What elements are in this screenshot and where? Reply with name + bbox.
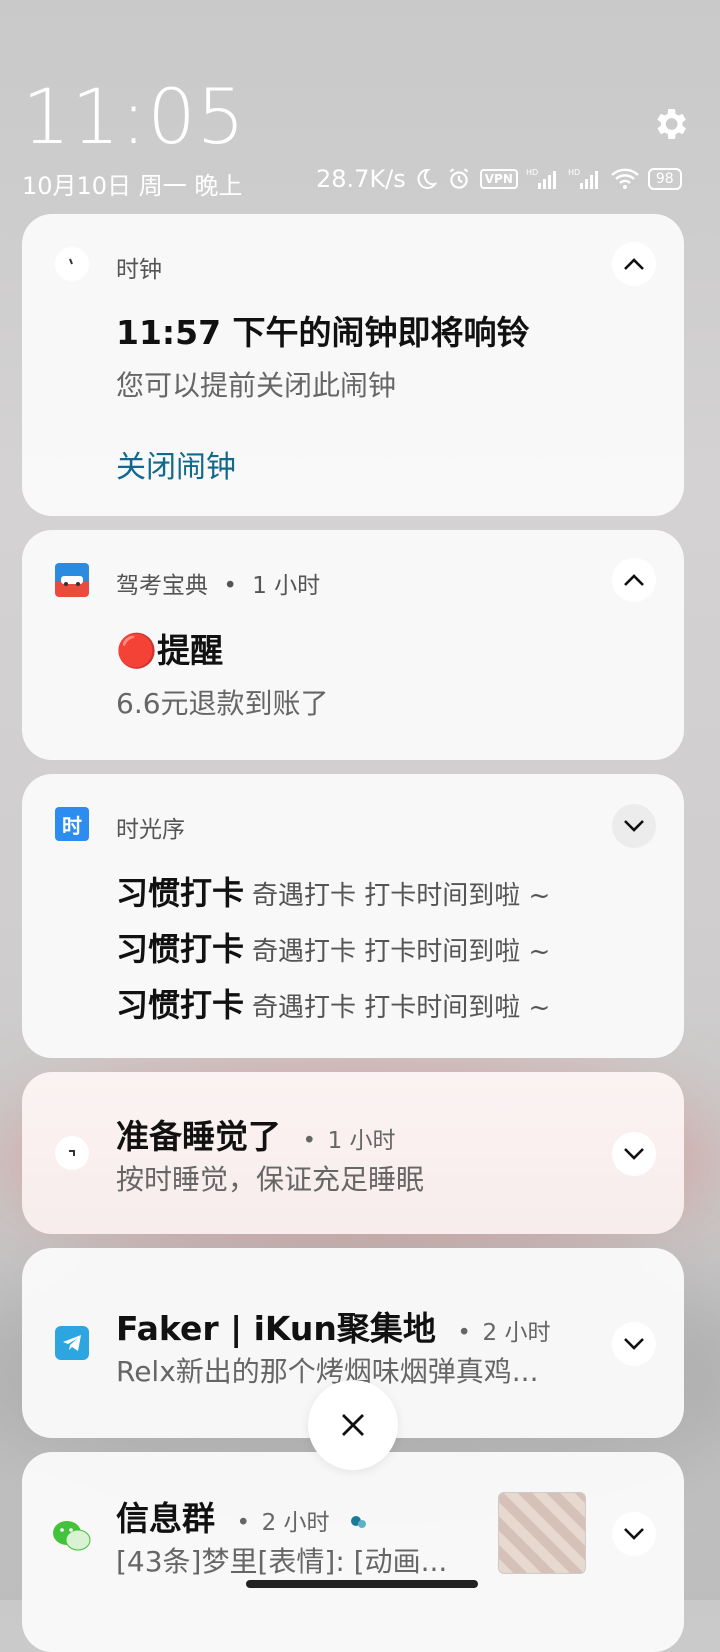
wechat-icon xyxy=(52,1516,92,1556)
telegram-icon xyxy=(55,1326,89,1360)
svg-text:HD: HD xyxy=(568,168,580,177)
muted-chat-icon xyxy=(351,1516,367,1528)
battery-icon: 98 xyxy=(647,168,682,190)
notification-wechat[interactable]: 信息群 • 2 小时 [43条]梦里[表情]: [动画... xyxy=(22,1452,684,1652)
chevron-up-icon xyxy=(624,574,644,586)
notification-body: 6.6元退款到账了 xyxy=(116,687,329,720)
collapse-button[interactable] xyxy=(612,242,656,286)
notification-body: Relx新出的那个烤烟味烟弹真鸡... xyxy=(116,1355,539,1388)
app-name: 时钟 xyxy=(116,257,162,283)
notification-clock[interactable]: 时钟 11:57 下午的闹钟即将响铃 您可以提前关闭此闹钟 关闭闹钟 xyxy=(22,214,684,516)
expand-button[interactable] xyxy=(612,1132,656,1176)
moon-icon xyxy=(417,168,438,189)
list-item: 习惯打卡 奇遇打卡 打卡时间到啦 ~ xyxy=(116,930,551,968)
app-name: 时光序 xyxy=(116,817,185,843)
red-circle-icon: 🔴 xyxy=(116,631,158,670)
gear-icon[interactable] xyxy=(650,104,690,144)
status-bar: 28.7K/s VPN HD HD 98 xyxy=(316,164,682,194)
network-speed: 28.7K/s xyxy=(316,165,406,193)
signal-hd-icon: HD xyxy=(526,168,556,189)
list-item: 习惯打卡 奇遇打卡 打卡时间到啦 ~ xyxy=(116,874,551,912)
chevron-down-icon xyxy=(624,820,644,832)
date-label: 10月10日 周一 晚上 xyxy=(22,172,243,200)
clock-time: 11:05 xyxy=(22,72,247,161)
notification-body: 您可以提前关闭此闹钟 xyxy=(116,369,397,402)
clear-all-button[interactable] xyxy=(308,1380,398,1470)
expand-button[interactable] xyxy=(612,1322,656,1366)
expand-button[interactable] xyxy=(612,804,656,848)
home-indicator[interactable] xyxy=(246,1580,478,1588)
wifi-icon xyxy=(611,168,639,189)
close-icon xyxy=(342,1414,364,1436)
shiguangxu-app-icon: 时 xyxy=(55,807,89,841)
notification-body: 按时睡觉，保证充足睡眠 xyxy=(116,1163,425,1196)
chevron-down-icon xyxy=(624,1338,644,1350)
expand-button[interactable] xyxy=(612,1512,656,1556)
notification-title: Faker | iKun聚集地 xyxy=(116,1309,436,1348)
chevron-up-icon xyxy=(624,258,644,270)
chevron-down-icon xyxy=(624,1148,644,1160)
vpn-icon: VPN xyxy=(479,169,518,189)
clock-app-icon xyxy=(55,247,89,281)
notification-sleep[interactable]: 准备睡觉了 • 1 小时 按时睡觉，保证充足睡眠 xyxy=(22,1072,684,1234)
notification-jiakao[interactable]: 驾考宝典 • 1 小时 🔴提醒 6.6元退款到账了 xyxy=(22,530,684,760)
dismiss-alarm-button[interactable]: 关闭闹钟 xyxy=(116,442,236,486)
notification-title: 11:57 下午的闹钟即将响铃 xyxy=(116,313,530,352)
time-ago: 1 小时 xyxy=(327,1128,396,1154)
notification-shiguangxu[interactable]: 时 时光序 习惯打卡 奇遇打卡 打卡时间到啦 ~ 习惯打卡 奇遇打卡 打卡时间到啦 … xyxy=(22,774,684,1058)
chevron-down-icon xyxy=(624,1528,644,1540)
time-ago: 1 小时 xyxy=(252,573,321,599)
alarm-icon xyxy=(449,168,469,189)
notification-title: 信息群 xyxy=(116,1499,215,1538)
app-name: 驾考宝典 xyxy=(116,573,208,599)
notification-title: 准备睡觉了 xyxy=(116,1117,281,1156)
list-item: 习惯打卡 奇遇打卡 打卡时间到啦 ~ xyxy=(116,986,551,1024)
collapse-button[interactable] xyxy=(612,558,656,602)
image-thumbnail xyxy=(498,1492,586,1574)
time-ago: 2 小时 xyxy=(261,1510,330,1536)
car-app-icon xyxy=(55,563,89,597)
notification-body: [43条]梦里[表情]: [动画... xyxy=(116,1545,448,1578)
notification-title: 提醒 xyxy=(157,631,224,670)
signal-hd-icon: HD xyxy=(568,168,598,189)
time-ago: 2 小时 xyxy=(482,1320,551,1346)
svg-text:HD: HD xyxy=(526,168,538,177)
clock-app-icon xyxy=(55,1136,89,1170)
